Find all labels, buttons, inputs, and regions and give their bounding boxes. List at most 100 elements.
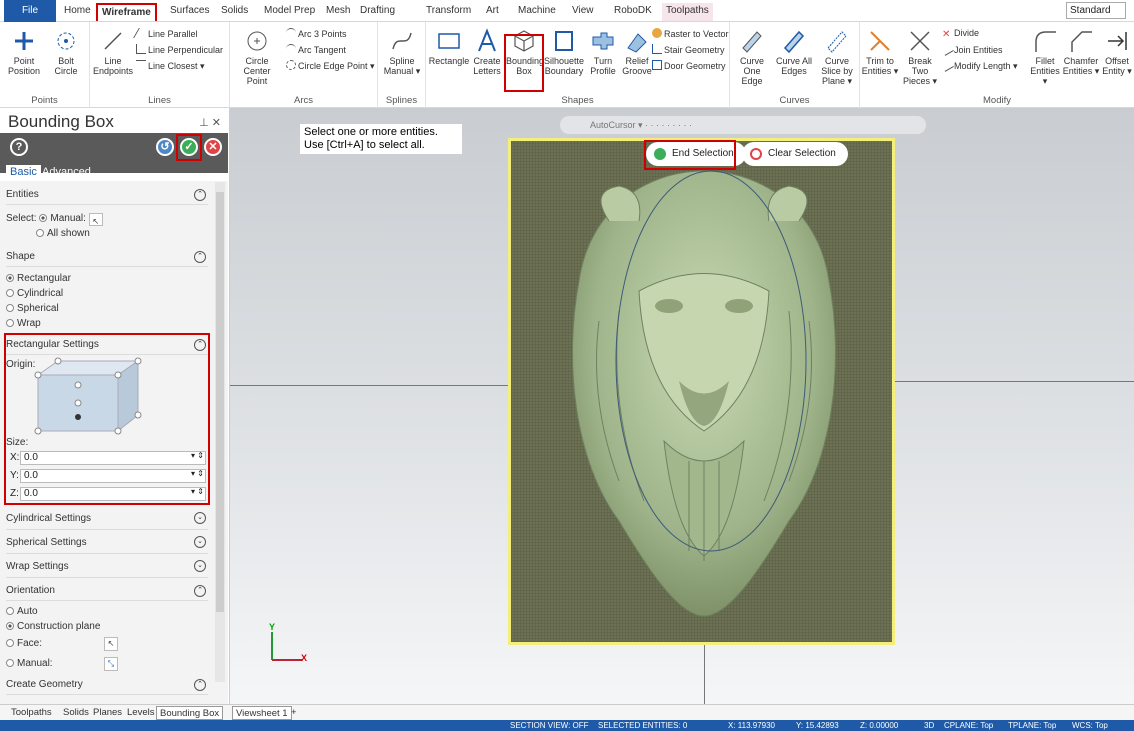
- tab-art[interactable]: Art: [482, 3, 503, 21]
- spline-manual-button[interactable]: Spline Manual ▾: [382, 28, 422, 76]
- shape-rectangular[interactable]: Rectangular: [6, 271, 208, 286]
- construction-plane-radio[interactable]: [6, 622, 14, 630]
- rectangle-button[interactable]: Rectangle: [428, 28, 470, 66]
- tab-home[interactable]: Home: [60, 3, 95, 21]
- tab-robodk[interactable]: RoboDK: [610, 3, 656, 21]
- graphics-viewport[interactable]: Select one or more entities. Use [Ctrl+A…: [230, 108, 1134, 704]
- chevron-up-icon[interactable]: ⌃: [194, 189, 206, 201]
- tab-transform[interactable]: Transform: [422, 3, 475, 21]
- tab-bounding-box[interactable]: Bounding Box: [156, 706, 224, 720]
- manual-radio[interactable]: [39, 214, 48, 222]
- create-geometry-header[interactable]: Create Geometry ⌃: [6, 675, 208, 695]
- shape-header[interactable]: Shape ⌃: [6, 247, 208, 267]
- panel-scrollbar[interactable]: [215, 182, 225, 682]
- tab-solids[interactable]: Solids: [217, 3, 252, 21]
- door-geometry-button[interactable]: Door Geometry: [652, 60, 726, 72]
- join-entities-button[interactable]: Join Entities: [940, 42, 1003, 56]
- stair-geometry-button[interactable]: Stair Geometry: [652, 44, 725, 56]
- status-cplane[interactable]: CPLANE: Top: [944, 720, 993, 731]
- tab-mesh[interactable]: Mesh: [322, 3, 354, 21]
- tab-file[interactable]: File: [4, 0, 56, 22]
- turn-profile-button[interactable]: Turn Profile: [586, 28, 620, 76]
- line-perpendicular-button[interactable]: Line Perpendicular: [136, 44, 223, 56]
- divide-button[interactable]: ✕ Divide: [942, 28, 979, 40]
- help-icon[interactable]: ?: [10, 138, 28, 156]
- tab-surfaces[interactable]: Surfaces: [166, 3, 213, 21]
- tab-viewsheet-1[interactable]: Viewsheet 1: [232, 706, 292, 720]
- line-parallel-button[interactable]: Line Parallel: [133, 28, 198, 40]
- tab-drafting[interactable]: Drafting: [356, 3, 399, 21]
- curve-slice-button[interactable]: Curve Slice by Plane ▾: [816, 28, 858, 86]
- silhouette-boundary-button[interactable]: Silhouette Boundary: [542, 28, 586, 76]
- tab-machine[interactable]: Machine: [514, 3, 560, 21]
- trim-to-entities-button[interactable]: Trim to Entities ▾: [860, 28, 900, 76]
- face-select-icon[interactable]: ↖: [104, 637, 118, 651]
- select-cursor-icon[interactable]: ↖: [88, 213, 103, 226]
- scrollbar-thumb[interactable]: [216, 192, 224, 612]
- bolt-circle-button[interactable]: Bolt Circle: [46, 28, 86, 76]
- tab-basic[interactable]: Basic: [6, 165, 41, 180]
- tab-model-prep[interactable]: Model Prep: [260, 3, 319, 21]
- tab-levels-manager[interactable]: Levels: [124, 706, 157, 720]
- tab-planes-manager[interactable]: Planes: [90, 706, 125, 720]
- panel-pin-close[interactable]: ⊥ ✕: [199, 116, 221, 129]
- relief-groove-button[interactable]: Relief Groove: [620, 28, 654, 76]
- circle-center-point-button[interactable]: Circle Center Point: [232, 28, 282, 86]
- chevron-down-icon[interactable]: ⌄: [194, 536, 206, 548]
- lion-relief-model[interactable]: [508, 138, 895, 645]
- manual-plane-icon[interactable]: ⤡: [104, 657, 118, 671]
- cylindrical-radio[interactable]: [6, 289, 14, 297]
- tab-view[interactable]: View: [568, 3, 598, 21]
- create-letters-button[interactable]: Create Letters: [470, 28, 504, 76]
- add-viewsheet-button[interactable]: +: [288, 706, 300, 720]
- raster-to-vector-button[interactable]: Raster to Vector: [652, 28, 729, 40]
- select-manual-option[interactable]: Select: Manual: ↖: [6, 211, 208, 226]
- chevron-up-icon[interactable]: ⌃: [194, 251, 206, 263]
- shape-spherical[interactable]: Spherical: [6, 301, 208, 316]
- chevron-up-icon[interactable]: ⌃: [194, 679, 206, 691]
- modify-length-button[interactable]: Modify Length ▾: [940, 58, 1018, 72]
- chevron-up-icon[interactable]: ⌃: [194, 585, 206, 597]
- cylindrical-settings-header[interactable]: Cylindrical Settings ⌄: [6, 507, 208, 530]
- orientation-face[interactable]: Face: ↖: [6, 634, 208, 654]
- status-mode[interactable]: 3D: [924, 720, 934, 731]
- cancel-icon[interactable]: ✕: [204, 138, 222, 156]
- shape-cylindrical[interactable]: Cylindrical: [6, 286, 208, 301]
- workspace-select[interactable]: Standard: [1066, 2, 1126, 19]
- face-radio[interactable]: [6, 639, 14, 647]
- line-endpoints-button[interactable]: Line Endpoints: [92, 28, 134, 76]
- point-position-button[interactable]: Point Position: [6, 28, 42, 76]
- wrap-settings-header[interactable]: Wrap Settings ⌄: [6, 555, 208, 578]
- spherical-settings-header[interactable]: Spherical Settings ⌄: [6, 531, 208, 554]
- chevron-down-icon[interactable]: ⌄: [194, 560, 206, 572]
- chamfer-entities-button[interactable]: Chamfer Entities ▾: [1062, 28, 1100, 76]
- orientation-construction-plane[interactable]: Construction plane: [6, 619, 208, 634]
- status-section-view[interactable]: SECTION VIEW: OFF: [510, 720, 589, 731]
- status-tplane[interactable]: TPLANE: Top: [1008, 720, 1056, 731]
- autocursor-toolbar[interactable]: AutoCursor ▾ · · · · · · · · ·: [560, 116, 926, 134]
- curve-all-edges-button[interactable]: Curve All Edges: [774, 28, 814, 76]
- auto-radio[interactable]: [6, 607, 14, 615]
- arc-3-points-button[interactable]: Arc 3 Points: [286, 28, 347, 40]
- all-shown-radio[interactable]: [36, 229, 44, 237]
- tab-solids-manager[interactable]: Solids: [60, 706, 92, 720]
- curve-one-edge-button[interactable]: Curve One Edge: [732, 28, 772, 86]
- orientation-manual-radio[interactable]: [6, 659, 14, 667]
- shape-wrap[interactable]: Wrap: [6, 316, 208, 331]
- orientation-header[interactable]: Orientation ⌃: [6, 581, 208, 601]
- arc-tangent-button[interactable]: Arc Tangent: [286, 44, 346, 56]
- fillet-entities-button[interactable]: Fillet Entities ▾: [1028, 28, 1062, 86]
- clear-selection-button[interactable]: Clear Selection: [742, 142, 848, 166]
- circle-edge-point-button[interactable]: Circle Edge Point ▾: [286, 60, 375, 72]
- break-two-pieces-button[interactable]: Break Two Pieces ▾: [900, 28, 940, 86]
- tab-advanced[interactable]: Advanced: [38, 165, 95, 180]
- status-wcs[interactable]: WCS: Top: [1072, 720, 1108, 731]
- orientation-manual[interactable]: Manual: ⤡: [6, 654, 208, 674]
- spherical-radio[interactable]: [6, 304, 14, 312]
- all-shown-option[interactable]: All shown: [6, 226, 208, 241]
- chevron-down-icon[interactable]: ⌄: [194, 512, 206, 524]
- line-closest-button[interactable]: Line Closest ▾: [136, 60, 205, 72]
- wrap-radio[interactable]: [6, 319, 14, 327]
- rectangular-radio[interactable]: [6, 274, 14, 282]
- tab-toolpaths[interactable]: Toolpaths: [662, 3, 713, 21]
